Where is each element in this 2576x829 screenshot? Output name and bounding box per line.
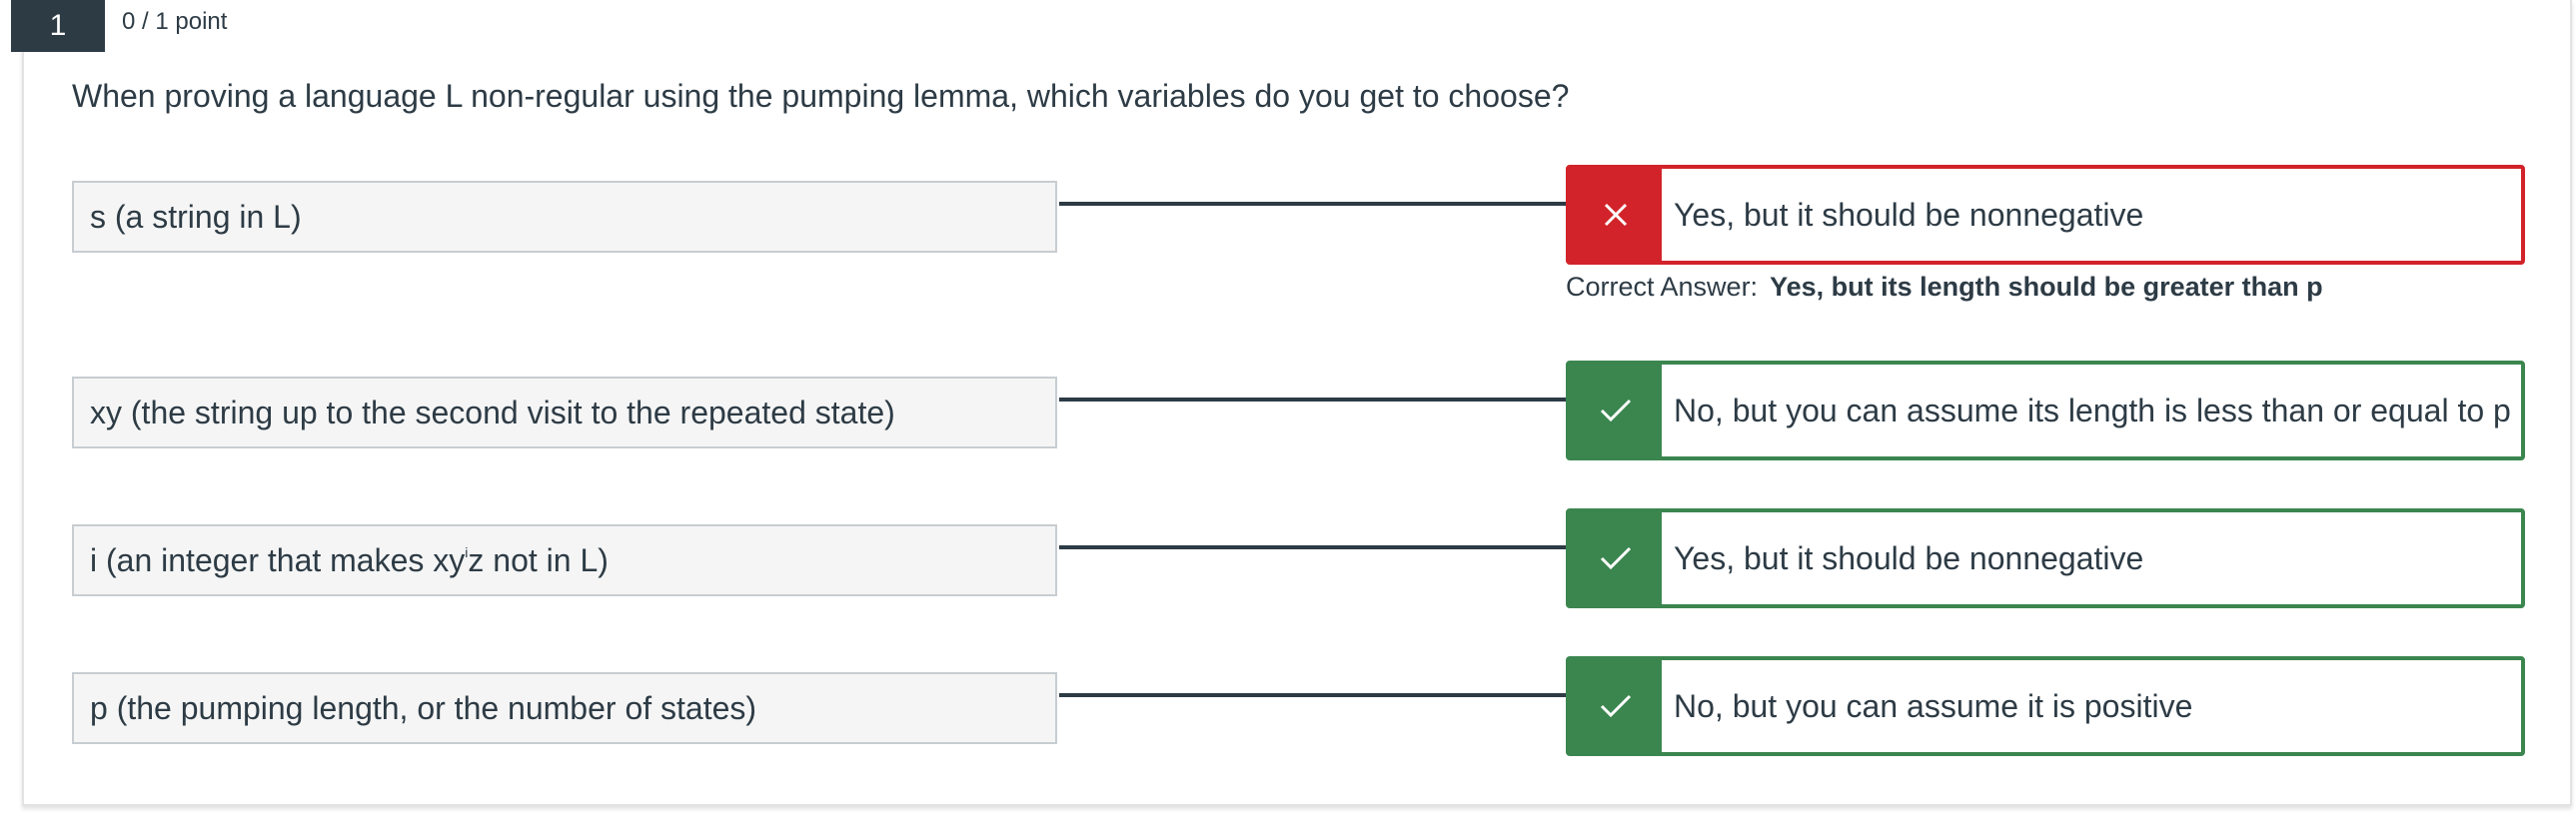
match-prompt-label: i (an integer that makes xyiz not in L) (90, 542, 609, 579)
match-answer-3: Yes, but it should be nonnegative (1566, 508, 2525, 608)
correct-answer-value: Yes, but its length should be greater th… (1770, 272, 2323, 302)
check-icon (1600, 694, 1632, 718)
correct-answer-label: Correct Answer: (1566, 272, 1759, 302)
correct-answer-note: Correct Answer: Yes, but its length shoul… (1566, 272, 2323, 303)
match-prompt-label: xy (the string up to the second visit to… (90, 394, 895, 430)
match-connector-line (1059, 693, 1567, 697)
match-prompt-1: s (a string in L) (72, 181, 1057, 253)
match-answer-2: No, but you can assume its length is les… (1566, 361, 2525, 460)
match-answer-label: Yes, but it should be nonnegative (1674, 539, 2144, 576)
correct-badge (1570, 660, 1662, 752)
match-connector-line (1059, 398, 1567, 402)
match-answer-label: No, but you can assume it is positive (1674, 687, 2193, 724)
question-text: When proving a language L non-regular us… (72, 78, 1570, 114)
question-points: 0 / 1 point (122, 8, 228, 35)
match-prompt-label: p (the pumping length, or the number of … (90, 689, 757, 726)
match-answer-1: Yes, but it should be nonnegative (1566, 165, 2525, 265)
incorrect-badge (1570, 169, 1662, 261)
match-prompt-3: i (an integer that makes xyiz not in L) (72, 524, 1057, 596)
match-prompt-2: xy (the string up to the second visit to… (72, 377, 1057, 448)
match-answer-label: Yes, but it should be nonnegative (1674, 196, 2144, 233)
match-answer-label: No, but you can assume its length is les… (1674, 392, 2511, 428)
x-icon (1604, 203, 1628, 227)
match-connector-line (1059, 202, 1567, 206)
check-icon (1600, 546, 1632, 570)
correct-badge (1570, 365, 1662, 456)
match-prompt-4: p (the pumping length, or the number of … (72, 672, 1057, 744)
match-prompt-text: i (an integer that makes xy (90, 541, 466, 578)
match-answer-4: No, but you can assume it is positive (1566, 656, 2525, 756)
correct-badge (1570, 512, 1662, 604)
match-connector-line (1059, 545, 1567, 549)
question-number: 1 (49, 9, 67, 42)
match-prompt-text: z not in L) (468, 541, 609, 578)
check-icon (1600, 399, 1632, 422)
question-number-badge: 1 (11, 0, 105, 52)
match-prompt-label: s (a string in L) (90, 198, 302, 235)
